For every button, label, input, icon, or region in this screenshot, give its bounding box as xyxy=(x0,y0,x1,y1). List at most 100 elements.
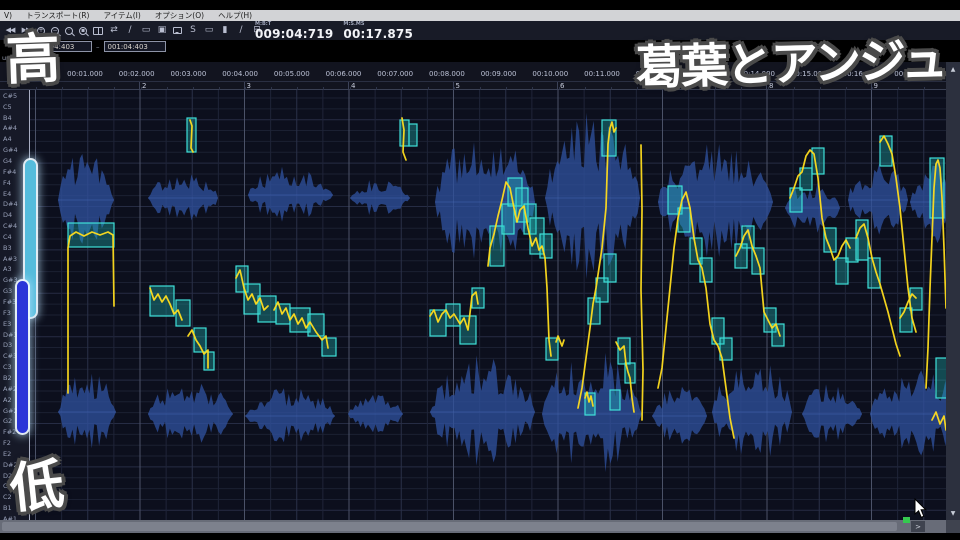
pitch-note-box[interactable] xyxy=(811,147,825,175)
note-label-F#2[interactable]: F#2 xyxy=(3,429,16,436)
scroll-right-button[interactable]: > xyxy=(911,521,925,532)
note-label-C3[interactable]: C3 xyxy=(3,364,12,371)
letterbox-top xyxy=(0,0,960,10)
pitch-note-box[interactable] xyxy=(935,357,946,399)
pitch-note-box[interactable] xyxy=(603,253,617,283)
note-label-A3[interactable]: A3 xyxy=(3,266,12,273)
note-label-F#3[interactable]: F#3 xyxy=(3,299,16,306)
note-label-C5[interactable]: C5 xyxy=(3,104,12,111)
media-image-icon[interactable]: ▣ xyxy=(157,25,167,37)
note-label-C4[interactable]: C4 xyxy=(3,234,12,241)
pitch-editor-content xyxy=(30,90,946,520)
pitch-note-box[interactable] xyxy=(67,222,115,248)
low-range-bar xyxy=(17,281,28,433)
pitch-note-box[interactable] xyxy=(584,392,596,416)
pitch-editor-grid[interactable] xyxy=(29,90,946,520)
note-label-A#2[interactable]: A#2 xyxy=(3,386,17,393)
note-label-D3[interactable]: D3 xyxy=(3,342,12,349)
note-label-E3[interactable]: E3 xyxy=(3,321,11,328)
pencil-line-icon[interactable]: ∕ xyxy=(125,25,135,37)
time-label-00:04.000: 00:04.000 xyxy=(222,70,258,78)
msms-value: 00:17.875 xyxy=(343,27,414,41)
note-label-C#5[interactable]: C#5 xyxy=(3,93,17,100)
item-rect-icon[interactable]: ▭ xyxy=(141,25,151,37)
time-label-00:05.000: 00:05.000 xyxy=(273,70,310,78)
menu-item-0[interactable]: V) xyxy=(4,11,12,20)
note-label-A#3[interactable]: A#3 xyxy=(3,256,17,263)
green-item-marker xyxy=(903,517,910,523)
transport-time-display: M:B:T 009:04:719 M:S.MS 00:17.875 xyxy=(255,21,413,41)
caption-high: 高 xyxy=(4,27,62,92)
scroll-up-icon[interactable]: ▲ xyxy=(946,63,960,75)
menu-item-2[interactable]: アイテム(I) xyxy=(103,10,140,21)
note-label-B2[interactable]: B2 xyxy=(3,375,12,382)
note-label-F#4[interactable]: F#4 xyxy=(3,169,16,176)
note-label-B1[interactable]: B1 xyxy=(3,505,12,512)
note-label-A2[interactable]: A2 xyxy=(3,397,12,404)
vertical-scrollbar[interactable]: ▲ ▼ xyxy=(946,62,960,520)
note-label-E4[interactable]: E4 xyxy=(3,190,11,198)
caption-low: 低 xyxy=(6,452,68,521)
note-label-G#4[interactable]: G#4 xyxy=(3,147,18,154)
scroll-down-icon[interactable]: ▼ xyxy=(946,507,960,519)
time-label-00:08.000: 00:08.000 xyxy=(429,70,465,78)
menu-item-4[interactable]: ヘルプ(H) xyxy=(218,10,252,21)
pitch-note-box[interactable] xyxy=(609,389,621,411)
note-label-A4[interactable]: A4 xyxy=(3,136,12,143)
pitch-note-box[interactable] xyxy=(899,307,913,333)
time-label-00:10.000: 00:10.000 xyxy=(532,70,569,78)
caption-title: 葛葉とアンジュ xyxy=(635,32,947,97)
horizontal-scrollbar[interactable]: > xyxy=(0,520,946,533)
time-label-00:09.000: 00:09.000 xyxy=(480,70,517,78)
field-separator: – xyxy=(96,42,100,51)
letterbox-bottom xyxy=(0,533,960,540)
zoom-selection-icon[interactable]: ▪ xyxy=(79,26,87,35)
note-label-D#4[interactable]: D#4 xyxy=(3,201,18,208)
note-label-G4[interactable]: G4 xyxy=(3,158,12,165)
note-label-F4[interactable]: F4 xyxy=(3,180,11,187)
pitch-note-box[interactable] xyxy=(321,337,337,357)
menu-item-1[interactable]: トランスポート(R) xyxy=(26,10,89,21)
select-rect-icon[interactable]: ▭ xyxy=(204,25,214,37)
note-label-A#4[interactable]: A#4 xyxy=(3,125,17,132)
time-label-00:03.000: 00:03.000 xyxy=(170,70,207,78)
pitch-note-box[interactable] xyxy=(175,299,191,327)
note-label-B4[interactable]: B4 xyxy=(3,115,12,122)
menu-item-3[interactable]: オプション(O) xyxy=(155,10,204,21)
pitch-note-box[interactable] xyxy=(408,123,418,147)
measure-label-4: 4 xyxy=(351,82,356,90)
time-label-00:01.000: 00:01.000 xyxy=(67,70,103,78)
pitch-note-box[interactable] xyxy=(501,203,515,235)
time-label-00:11.000: 00:11.000 xyxy=(584,70,620,78)
loop-icon[interactable]: ⇄ xyxy=(109,25,119,37)
note-label-D#3[interactable]: D#3 xyxy=(3,332,18,339)
measure-label-5: 5 xyxy=(455,82,460,90)
pen-tool-icon[interactable]: ▮ xyxy=(220,25,230,37)
horizontal-scroll-thumb[interactable] xyxy=(2,522,897,531)
notebook-icon[interactable] xyxy=(93,26,103,35)
msms-display: M:S.MS 00:17.875 xyxy=(343,21,413,41)
note-label-D4[interactable]: D4 xyxy=(3,212,12,219)
pitch-note-box[interactable] xyxy=(203,351,215,371)
solo-icon[interactable]: S xyxy=(188,25,198,37)
note-label-G3[interactable]: G3 xyxy=(3,288,12,295)
note-label-B3[interactable]: B3 xyxy=(3,245,12,252)
position-field-end[interactable]: 001:04:403 xyxy=(103,41,166,52)
note-label-F3[interactable]: F3 xyxy=(3,310,11,317)
time-label-00:02.000: 00:02.000 xyxy=(118,70,155,78)
zoom-time-icon[interactable]: · xyxy=(65,26,73,35)
measure-label-6: 6 xyxy=(560,82,565,90)
pitch-note-box[interactable] xyxy=(471,287,485,309)
line-tool-icon[interactable]: ∕ xyxy=(236,25,246,37)
menu-bar: V) トランスポート(R) アイテム(I) オプション(O) ヘルプ(H) xyxy=(0,10,960,21)
note-label-G2[interactable]: G2 xyxy=(3,418,12,425)
note-label-G#3[interactable]: G#3 xyxy=(3,277,18,284)
note-label-C#4[interactable]: C#4 xyxy=(3,223,17,230)
note-label-F2[interactable]: F2 xyxy=(3,440,11,447)
note-label-C#3[interactable]: C#3 xyxy=(3,353,17,360)
speech-bubble-icon[interactable] xyxy=(173,27,182,34)
mbt-value: 009:04:719 xyxy=(255,27,334,41)
note-label-E2[interactable]: E2 xyxy=(3,451,11,458)
pitch-note-box[interactable] xyxy=(909,287,923,311)
note-label-G#2[interactable]: G#2 xyxy=(3,407,18,415)
